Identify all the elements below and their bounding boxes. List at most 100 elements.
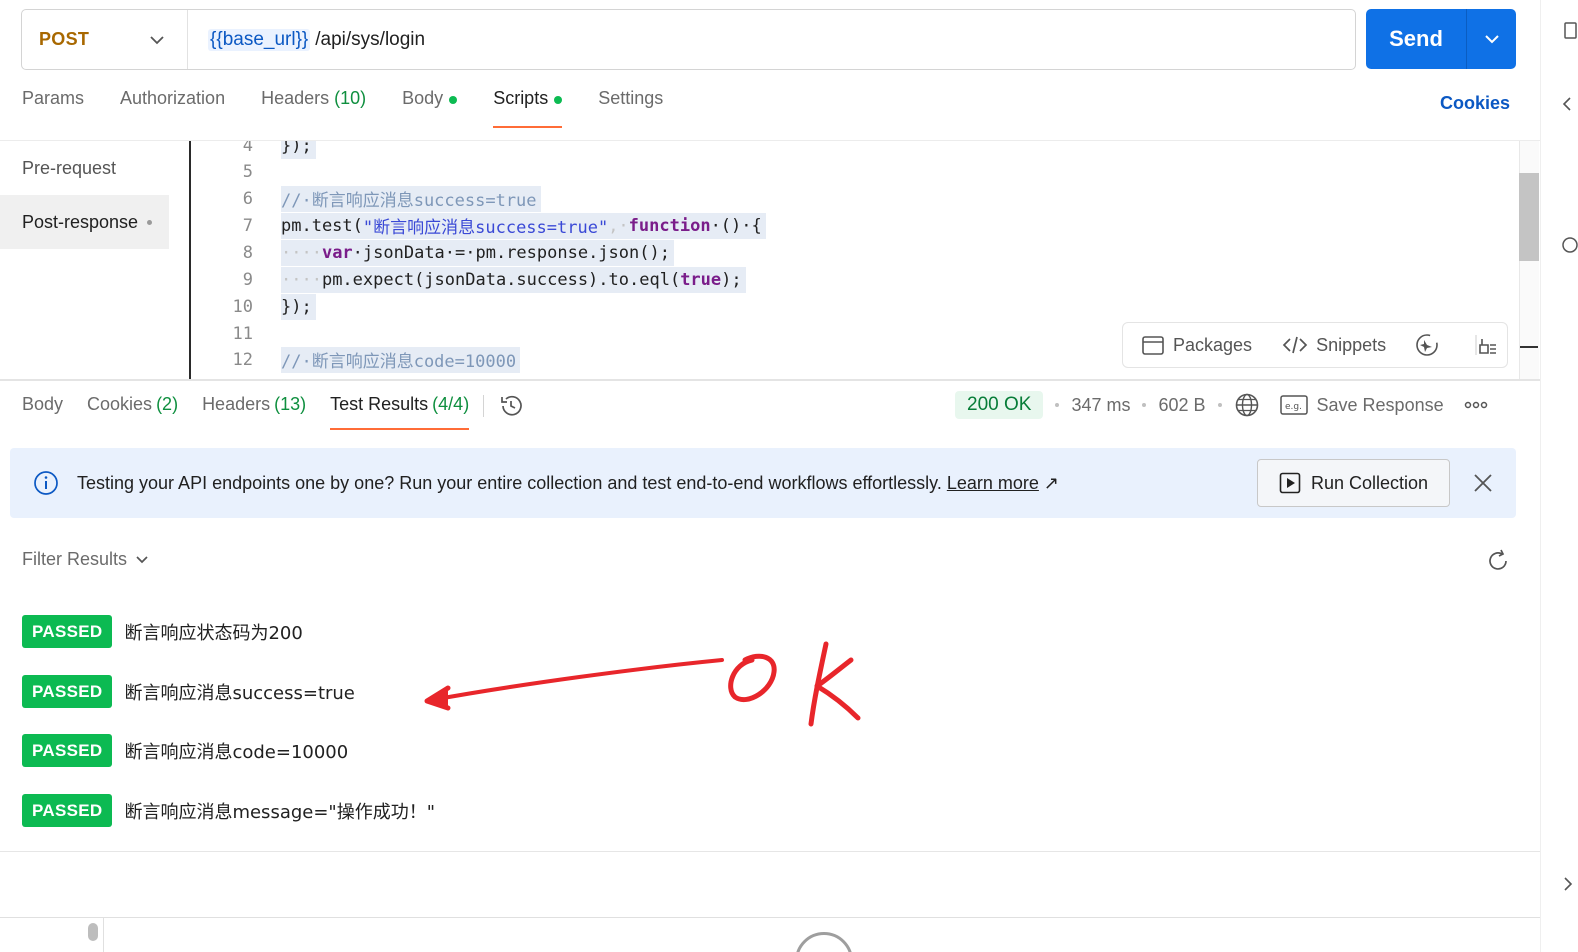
nav-indicator-dot <box>147 219 153 225</box>
code-line: 6 //·断言响应消息success=true <box>191 185 541 212</box>
tab-headers[interactable]: Headers (10) <box>261 88 366 128</box>
url-bar: POST {{base_url}} /api/sys/login <box>21 9 1356 70</box>
tab-label: Headers <box>261 88 330 108</box>
external-link-icon: ↗ <box>1043 472 1059 493</box>
cookies-link[interactable]: Cookies <box>1440 93 1510 114</box>
code-token: ·jsonData·=·pm.response.json(); <box>352 242 670 263</box>
passed-badge: PASSED <box>22 615 113 648</box>
filter-results-dropdown[interactable]: Filter Results <box>22 549 149 570</box>
test-result-row: PASSED 断言响应消息message="操作成功！" <box>22 794 435 827</box>
test-result-row: PASSED 断言响应消息success=true <box>22 675 355 708</box>
sparkle-icon <box>1416 334 1438 356</box>
nav-post-response[interactable]: Post-response <box>0 195 169 249</box>
close-icon[interactable] <box>1472 472 1494 494</box>
tab-response-cookies[interactable]: Cookies (2) <box>87 390 178 430</box>
tab-settings[interactable]: Settings <box>598 88 663 128</box>
divider <box>103 918 104 952</box>
editor-collapse-marker <box>1520 346 1538 348</box>
tab-label: Headers <box>202 394 271 414</box>
passed-badge: PASSED <box>22 794 113 827</box>
filter-label: Filter Results <box>22 549 128 569</box>
snippets-button[interactable]: Snippets <box>1282 335 1386 356</box>
divider <box>0 851 1540 852</box>
tab-label: Params <box>22 88 85 108</box>
chevron-right-icon[interactable] <box>1563 876 1573 892</box>
response-time[interactable]: 347 ms <box>1071 395 1130 416</box>
tab-response-body[interactable]: Body <box>22 390 63 430</box>
run-collection-button[interactable]: Run Collection <box>1257 459 1450 507</box>
tab-params[interactable]: Params <box>22 88 84 128</box>
tab-body[interactable]: Body <box>402 88 458 128</box>
code-token: ); <box>721 269 742 290</box>
status-badge[interactable]: 200 OK <box>955 391 1044 419</box>
code-line: 12 //·断言响应消息code=10000 <box>191 346 521 373</box>
info-banner: Testing your API endpoints one by one? R… <box>10 448 1516 518</box>
run-collection-label: Run Collection <box>1310 472 1429 493</box>
svg-text:e.g.: e.g. <box>1285 402 1302 412</box>
response-size[interactable]: 602 B <box>1158 395 1205 416</box>
globe-icon[interactable] <box>1234 392 1260 418</box>
method-select[interactable]: POST <box>22 10 188 69</box>
code-whitespace: ···· <box>281 269 322 290</box>
tab-indicator-dot <box>449 96 458 104</box>
code-line: 8 ···· var ·jsonData·=·pm.response.json(); <box>191 239 674 266</box>
beautify-button[interactable] <box>1472 333 1506 357</box>
separator-dot <box>1055 403 1060 407</box>
separator-dot <box>1142 403 1147 407</box>
tab-test-results[interactable]: Test Results (4/4) <box>330 390 470 430</box>
document-icon[interactable] <box>1563 22 1577 40</box>
letter-k-arm <box>814 657 861 721</box>
tab-label: Cookies <box>87 394 153 414</box>
editor-scrollbar-thumb[interactable] <box>1519 173 1539 261</box>
line-number: 7 <box>242 215 253 236</box>
letter-k-stem <box>808 641 829 727</box>
url-input[interactable]: {{base_url}} /api/sys/login <box>188 28 425 51</box>
more-options-icon[interactable] <box>1464 400 1488 410</box>
history-icon[interactable] <box>498 393 524 419</box>
url-variable[interactable]: {{base_url}} <box>208 28 311 51</box>
passed-badge: PASSED <box>22 734 113 767</box>
learn-more-link[interactable]: Learn more <box>947 473 1039 493</box>
code-keyword: var <box>321 242 353 263</box>
test-name: 断言响应消息code=10000 <box>124 741 349 763</box>
code-line: 9 ···· pm.expect(jsonData.success).to.eql… <box>191 266 746 293</box>
code-line: 5 <box>191 158 253 185</box>
code-text: ···· var ·jsonData·=·pm.response.json(); <box>281 239 674 266</box>
code-string: "断言响应消息success=true" <box>362 218 609 238</box>
play-icon <box>1279 472 1301 494</box>
request-tabs: Params Authorization Headers (10) Body Sc… <box>22 88 699 128</box>
tab-authorization[interactable]: Authorization <box>120 88 225 128</box>
test-result-row: PASSED 断言响应消息code=10000 <box>22 734 348 767</box>
ai-assist-button[interactable] <box>1414 332 1448 358</box>
snippets-label: Snippets <box>1316 334 1387 355</box>
packages-button[interactable]: Packages <box>1141 334 1252 356</box>
nav-pre-request[interactable]: Pre-request <box>0 141 169 195</box>
code-line: 7 pm.test("断言响应消息success=true" ,· function… <box>191 212 766 239</box>
send-button[interactable]: Send <box>1366 26 1466 52</box>
test-name: 断言响应状态码为200 <box>124 622 303 644</box>
tab-label: Settings <box>598 88 664 108</box>
chevron-down-icon <box>136 556 148 564</box>
divider <box>483 395 485 417</box>
save-response-label: Save Response <box>1316 394 1444 415</box>
refresh-icon[interactable] <box>1486 549 1510 573</box>
send-dropdown-button[interactable] <box>1467 9 1516 69</box>
avatar[interactable] <box>795 932 853 952</box>
chevron-left-icon[interactable] <box>1561 96 1573 112</box>
info-circle-icon[interactable] <box>1561 236 1578 254</box>
packages-label: Packages <box>1173 334 1253 355</box>
tab-response-headers[interactable]: Headers (13) <box>202 390 306 430</box>
arrow-head <box>424 685 451 711</box>
pane-resize-handle[interactable] <box>0 379 1540 381</box>
broom-icon <box>1475 335 1497 355</box>
tab-scripts[interactable]: Scripts <box>493 88 563 128</box>
resize-handle[interactable] <box>88 923 98 941</box>
arrow-shaft <box>430 658 724 702</box>
save-response-button[interactable]: e.g. Save Response <box>1279 394 1444 416</box>
tab-label: Body <box>22 394 64 414</box>
code-keyword: function <box>628 215 711 236</box>
tab-label: Authorization <box>120 88 226 108</box>
code-keyword: true <box>680 269 722 290</box>
letter-o <box>728 653 777 702</box>
code-text: ···· pm.expect(jsonData.success).to.eql(t… <box>281 266 746 293</box>
